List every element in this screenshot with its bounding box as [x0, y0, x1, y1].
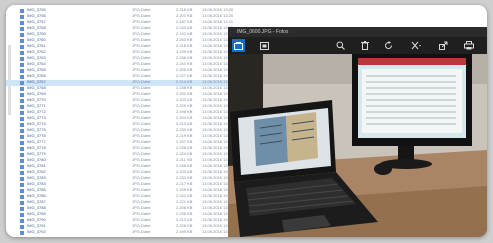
image-file-icon — [20, 183, 24, 187]
image-file-icon — [20, 15, 24, 19]
image-file-icon — [20, 231, 24, 235]
image-file-icon — [20, 207, 24, 211]
crop-icon — [411, 41, 421, 50]
image-file-icon — [20, 75, 24, 79]
rotate-button[interactable] — [382, 39, 395, 52]
image-file-icon — [20, 81, 24, 85]
file-name-cell: IMG_3792 — [27, 229, 46, 234]
print-button[interactable] — [462, 39, 475, 52]
image-file-icon — [20, 33, 24, 37]
crop-button[interactable] — [409, 39, 422, 52]
images-icon — [234, 41, 243, 50]
image-file-icon — [20, 195, 24, 199]
image-file-icon — [20, 51, 24, 55]
image-file-icon — [20, 213, 24, 217]
image-file-icon — [20, 165, 24, 169]
photos-app-window: IMG_0600.JPG - Fotos — [228, 27, 487, 237]
photos-toolbar — [228, 37, 487, 54]
collection-button[interactable] — [232, 39, 245, 52]
image-file-icon — [20, 93, 24, 97]
image-file-icon — [20, 159, 24, 163]
image-file-icon — [20, 9, 24, 13]
print-icon — [463, 41, 474, 50]
image-file-icon — [20, 123, 24, 127]
image-file-icon — [20, 105, 24, 109]
image-file-icon — [20, 111, 24, 115]
image-file-icon — [20, 135, 24, 139]
image-file-icon — [20, 69, 24, 73]
image-file-icon — [20, 63, 24, 67]
rotate-icon — [385, 41, 393, 49]
file-list-row[interactable]: IMG_3792 JPG-Datei 2.199 KB 13.06.2016 13:3… — [6, 229, 233, 236]
share-icon — [439, 41, 448, 50]
file-size-cell: 2.199 KB — [176, 229, 193, 234]
image-file-icon — [20, 129, 24, 133]
window-title: IMG_0600.JPG - Fotos — [237, 29, 289, 35]
image-file-icon — [20, 45, 24, 49]
zoom-button[interactable] — [334, 39, 347, 52]
image-file-icon — [20, 57, 24, 61]
image-file-icon — [20, 27, 24, 31]
file-type-cell: JPG-Datei — [132, 229, 151, 234]
trash-icon — [360, 41, 369, 50]
image-file-icon — [20, 177, 24, 181]
image-file-icon — [20, 141, 24, 145]
image-file-icon — [20, 39, 24, 43]
desk-photo-image — [228, 54, 487, 237]
displayed-photo — [228, 54, 487, 237]
image-file-icon — [20, 117, 24, 121]
image-file-icon — [20, 189, 24, 193]
image-file-icon — [20, 87, 24, 91]
screen-frame: IMG_3755 JPG-Datei 2.215 KB 13.06.2016 13:2… — [6, 5, 487, 237]
slideshow-icon — [260, 41, 269, 50]
slideshow-button[interactable] — [258, 39, 271, 52]
image-file-icon — [20, 201, 24, 205]
title-bar: IMG_0600.JPG - Fotos — [228, 27, 487, 37]
image-file-icon — [20, 147, 24, 151]
image-file-icon — [20, 153, 24, 157]
image-file-icon — [20, 171, 24, 175]
zoom-icon — [336, 41, 345, 50]
image-file-icon — [20, 225, 24, 229]
image-file-icon — [20, 99, 24, 103]
image-file-icon — [20, 21, 24, 25]
image-file-icon — [20, 219, 24, 223]
delete-button[interactable] — [358, 39, 371, 52]
share-button[interactable] — [437, 39, 450, 52]
file-explorer-list: IMG_3755 JPG-Datei 2.215 KB 13.06.2016 13:2… — [6, 5, 233, 237]
